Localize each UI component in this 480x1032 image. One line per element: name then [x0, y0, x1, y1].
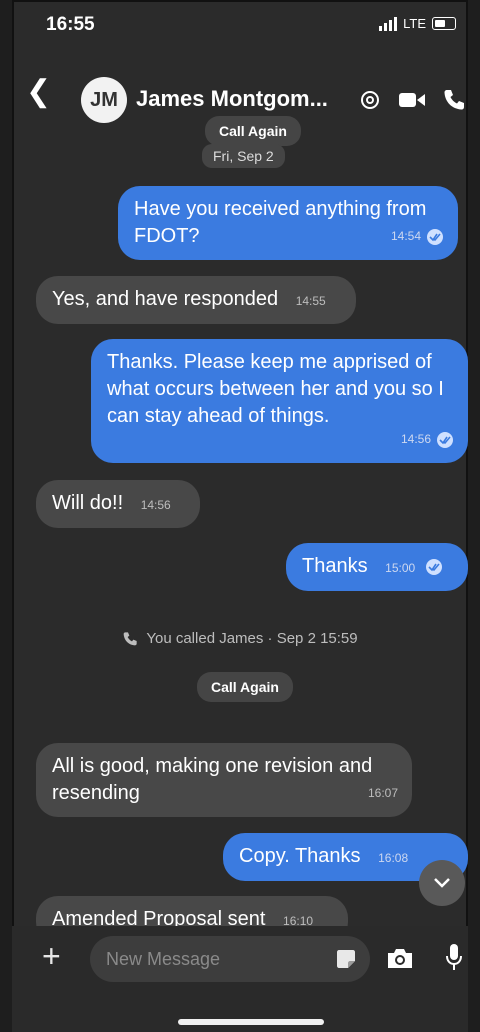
message-time: 16:07 [367, 786, 398, 800]
microphone-icon[interactable] [444, 942, 464, 974]
network-type: LTE [403, 16, 426, 31]
phone-call-icon[interactable] [440, 86, 468, 114]
signal-icon [379, 16, 398, 31]
home-indicator[interactable] [178, 1019, 324, 1025]
message-bubble-incoming[interactable]: Will do!! 14:56 [36, 480, 200, 528]
scroll-to-bottom-button[interactable] [419, 860, 465, 906]
message-text: All is good, making one revision and res… [52, 755, 373, 804]
message-time: 14:56 [140, 498, 171, 512]
status-indicators: LTE [379, 16, 456, 31]
call-again-button[interactable]: Call Again [197, 672, 293, 702]
read-receipt-icon [437, 431, 453, 448]
message-time: 14:55 [295, 294, 326, 308]
read-receipt-icon [425, 558, 442, 575]
call-log-text: You called James · Sep 2 15:59 [146, 630, 358, 647]
message-input-bar: + New Message [12, 926, 468, 1032]
message-time: 16:08 [378, 851, 409, 865]
message-text: Thanks [302, 555, 368, 577]
battery-icon [432, 17, 456, 30]
call-log-entry: You called James · Sep 2 15:59 [12, 630, 468, 647]
message-bubble-outgoing[interactable]: Have you received anything from FDOT? 14… [118, 186, 458, 260]
mention-icon[interactable] [356, 86, 384, 114]
video-call-icon[interactable] [398, 86, 426, 114]
message-text: Will do!! [52, 492, 124, 514]
message-time: 14:56 [400, 432, 431, 446]
message-meta: 14:54 [391, 223, 444, 250]
date-separator: Fri, Sep 2 [202, 144, 285, 168]
status-time: 16:55 [46, 14, 95, 35]
message-text: Thanks. Please keep me apprised of what … [107, 351, 444, 427]
chat-header: ❮ JM James Montgom... [12, 62, 468, 123]
camera-icon[interactable] [386, 946, 414, 970]
contact-name[interactable]: James Montgom... [136, 86, 328, 112]
chevron-down-icon [434, 878, 450, 888]
avatar[interactable]: JM [81, 77, 127, 123]
message-meta: 14:56 [401, 426, 454, 453]
message-text: Copy. Thanks [239, 845, 361, 867]
phone-screen: 16:55 LTE ❮ JM James Montgom... Call Aga… [12, 0, 468, 1032]
message-text: Have you received anything from FDOT? [134, 198, 427, 247]
add-attachment-icon[interactable]: + [42, 938, 61, 975]
status-bar: 16:55 LTE [12, 0, 468, 48]
header-actions [342, 86, 468, 114]
message-time: 15:00 [385, 561, 416, 575]
outgoing-call-icon [124, 632, 138, 646]
message-text: Yes, and have responded [52, 288, 279, 310]
message-input[interactable]: New Message [90, 936, 370, 982]
read-receipt-icon [427, 228, 443, 245]
message-bubble-outgoing[interactable]: Thanks. Please keep me apprised of what … [91, 339, 468, 463]
back-icon[interactable]: ❮ [26, 77, 51, 107]
message-time: 14:54 [390, 229, 421, 243]
message-input-placeholder: New Message [106, 949, 221, 969]
message-bubble-outgoing[interactable]: Thanks 15:00 [286, 543, 468, 591]
message-bubble-incoming[interactable]: Yes, and have responded 14:55 [36, 276, 356, 324]
message-meta: 16:07 [368, 780, 398, 807]
message-bubble-incoming[interactable]: All is good, making one revision and res… [36, 743, 412, 817]
sticker-icon[interactable] [334, 947, 358, 971]
call-again-button[interactable]: Call Again [205, 116, 301, 146]
